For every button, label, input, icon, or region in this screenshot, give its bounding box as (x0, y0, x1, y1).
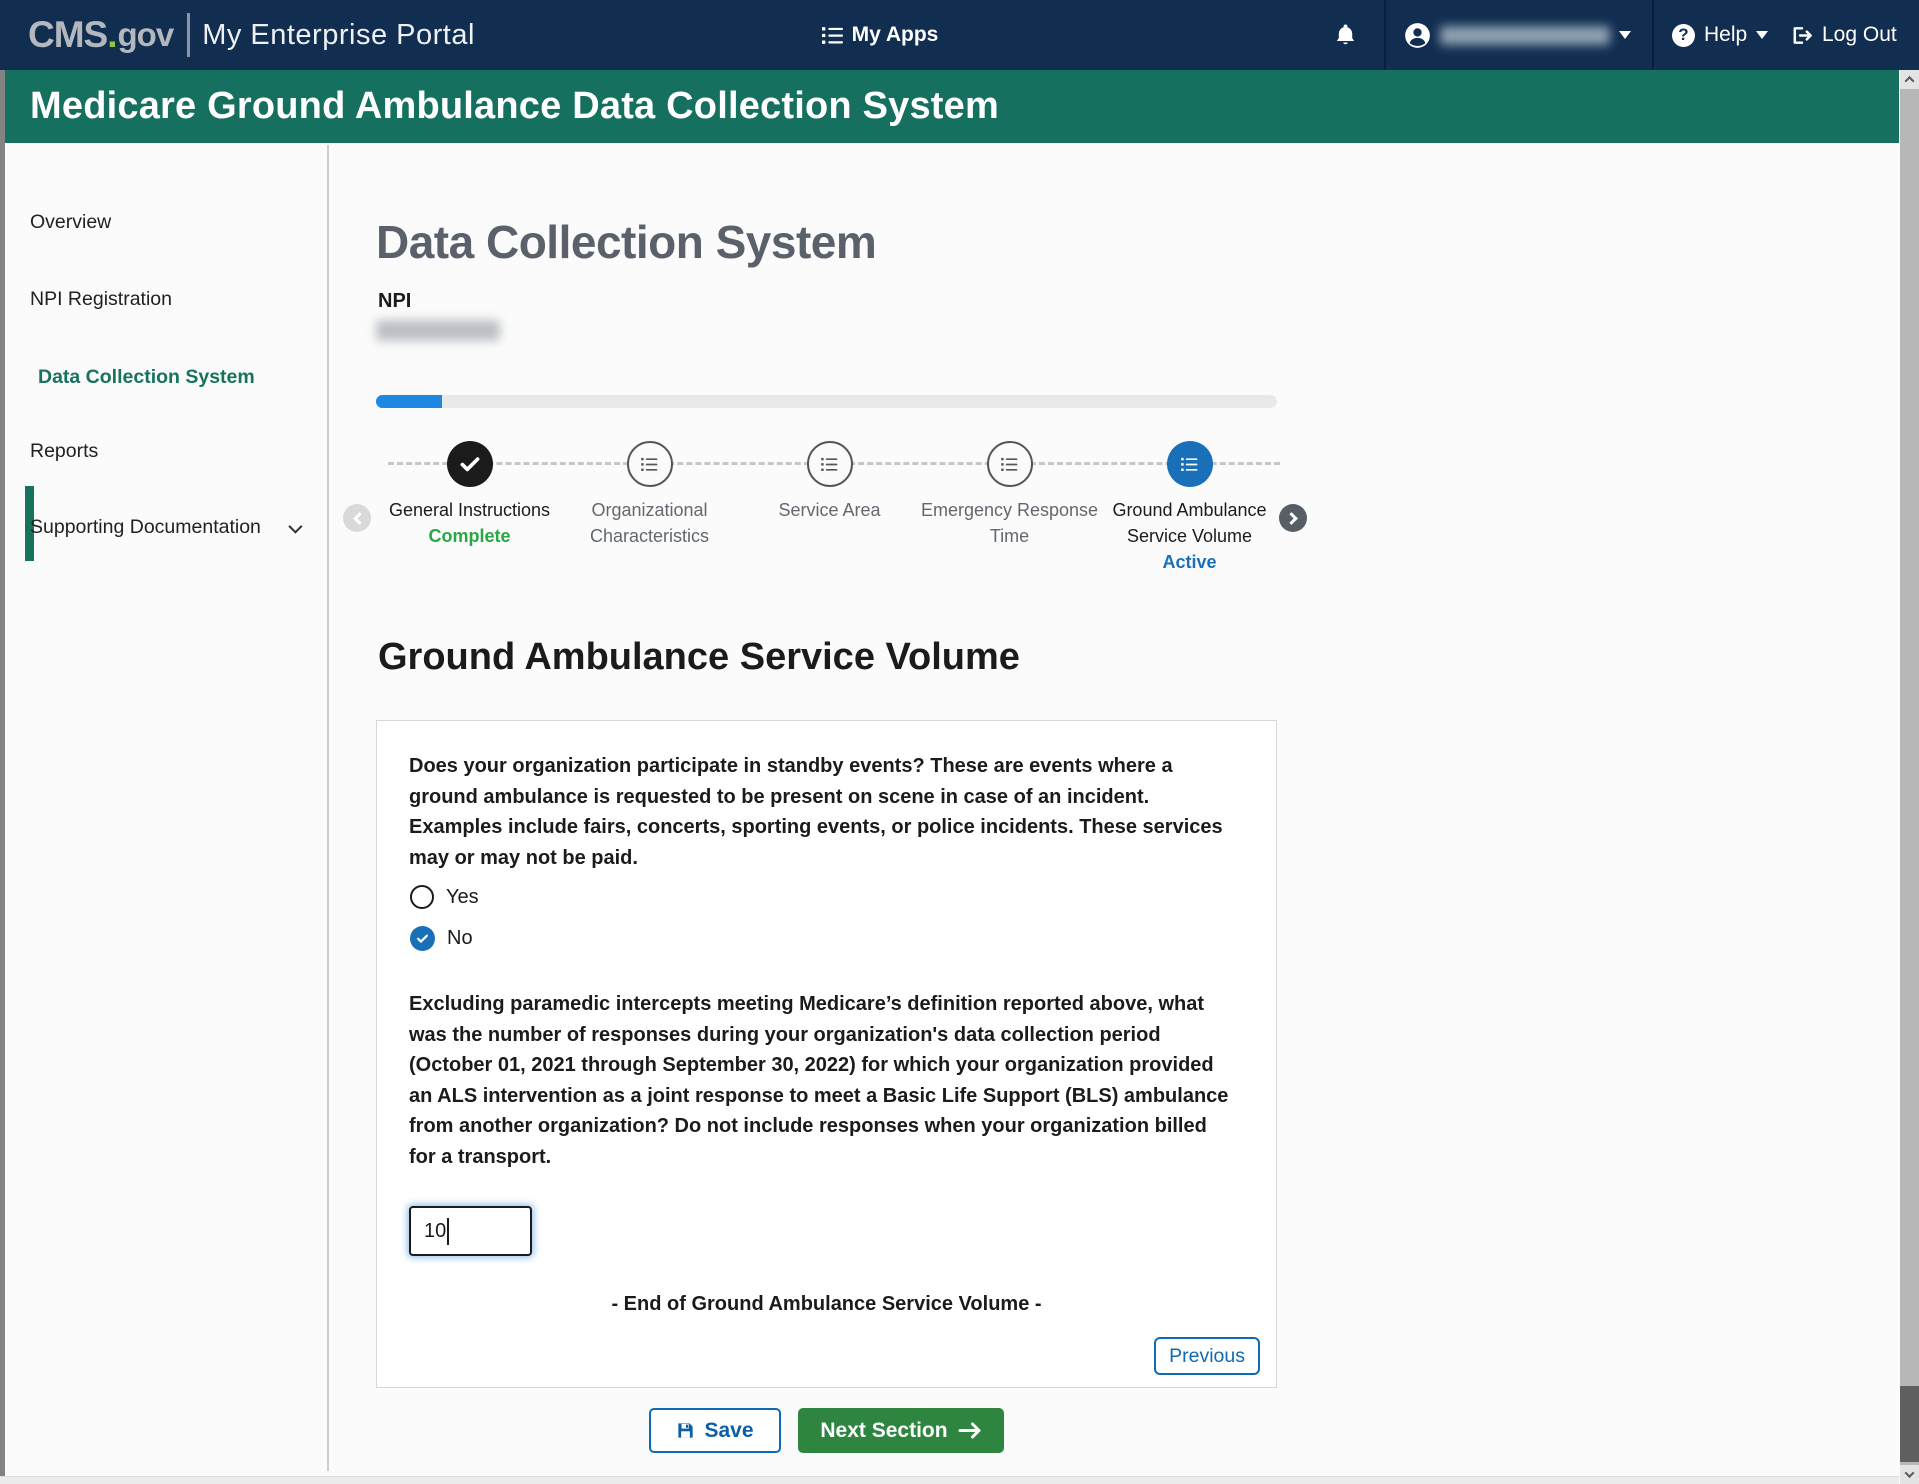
chevron-down-icon (1756, 31, 1768, 39)
sidebar-item-overview[interactable]: Overview (30, 211, 111, 234)
user-icon (1404, 22, 1431, 49)
chevron-down-icon (288, 520, 302, 534)
my-apps-button[interactable]: My Apps (795, 0, 965, 70)
step-label: Service Area (737, 497, 922, 523)
step-status: Active (1097, 549, 1282, 576)
step-list-icon (1167, 441, 1213, 487)
top-navbar: CMS . gov My Enterprise Portal My Apps ?… (0, 0, 1919, 70)
text-cursor (447, 1218, 449, 1245)
sidebar-divider (327, 145, 329, 1471)
portal-title: My Enterprise Portal (202, 19, 475, 52)
step-list-icon (987, 441, 1033, 487)
cms-logo-gov: gov (118, 16, 174, 54)
step-label: Organizational Characteristics (557, 497, 742, 549)
save-icon (676, 1421, 695, 1440)
radio-label: No (447, 927, 473, 950)
npi-value-redacted (376, 320, 500, 341)
bell-icon (1334, 23, 1357, 48)
stepper-scroll-right-button[interactable] (1279, 504, 1307, 532)
section-heading: Ground Ambulance Service Volume (378, 636, 1020, 679)
help-icon: ? (1672, 24, 1695, 47)
standby-events-question: Does your organization participate in st… (409, 751, 1231, 873)
vertical-scrollbar[interactable] (1900, 70, 1919, 1484)
next-section-button[interactable]: Next Section (798, 1408, 1004, 1453)
app-title: Medicare Ground Ambulance Data Collectio… (30, 85, 999, 128)
step-label: Ground Ambulance Service Volume (1097, 497, 1282, 549)
step-list-icon (627, 441, 673, 487)
step-complete-icon (447, 441, 493, 487)
sidebar-item-npi-registration[interactable]: NPI Registration (30, 288, 172, 311)
window-left-edge (0, 70, 5, 1476)
question-card: Does your organization participate in st… (376, 720, 1277, 1388)
progress-bar-fill (376, 395, 442, 408)
scroll-down-button[interactable] (1900, 1465, 1919, 1484)
step-status: Complete (377, 523, 562, 550)
stepper-scroll-left-button[interactable] (343, 504, 371, 532)
sidebar-item-data-collection-system[interactable]: Data Collection System (38, 366, 255, 389)
chevron-up-icon (1905, 76, 1915, 86)
responses-input[interactable]: 10 (409, 1206, 532, 1256)
question-bold-text: standby events? (767, 755, 925, 777)
sidebar-item-label: Supporting Documentation (30, 516, 261, 538)
step-general-instructions[interactable]: General Instructions Complete (377, 441, 562, 550)
arrow-right-icon (958, 1421, 982, 1440)
navbar-divider-2 (1652, 0, 1654, 70)
npi-label: NPI (378, 290, 411, 313)
sidebar-item-supporting-documentation[interactable]: Supporting Documentation (30, 516, 299, 539)
chevron-left-icon (353, 512, 366, 525)
step-ground-ambulance-service-volume[interactable]: Ground Ambulance Service Volume Active (1097, 441, 1282, 576)
progress-bar (376, 395, 1277, 408)
question-text: Does your organization participate in (409, 755, 767, 777)
chevron-right-icon (1285, 512, 1298, 525)
user-menu[interactable] (1404, 0, 1631, 70)
radio-option-no[interactable]: No (410, 926, 473, 951)
scroll-up-button[interactable] (1900, 70, 1919, 89)
cms-logo-dot: . (107, 14, 117, 56)
user-name-redacted (1440, 26, 1610, 45)
app-banner: Medicare Ground Ambulance Data Collectio… (0, 70, 1899, 143)
list-icon (822, 26, 843, 45)
save-label: Save (704, 1419, 753, 1443)
step-emergency-response-time[interactable]: Emergency Response Time (917, 441, 1102, 549)
step-label: General Instructions (377, 497, 562, 523)
notifications-button[interactable] (1334, 0, 1357, 70)
radio-option-yes[interactable]: Yes (410, 885, 479, 909)
radio-label: Yes (446, 886, 479, 909)
step-service-area[interactable]: Service Area (737, 441, 922, 523)
horizontal-scrollbar[interactable] (0, 1476, 1899, 1484)
chevron-down-icon (1619, 31, 1631, 39)
sidebar-item-reports[interactable]: Reports (30, 440, 98, 463)
brand-divider (187, 13, 190, 57)
help-label: Help (1704, 23, 1747, 47)
sidebar-nav: Overview NPI Registration Data Collectio… (5, 143, 327, 1476)
logout-button[interactable]: Log Out (1790, 0, 1897, 70)
chevron-down-icon (1905, 1468, 1915, 1478)
page-title: Data Collection System (376, 215, 876, 269)
cms-logo-text: CMS (28, 14, 107, 56)
logout-icon (1790, 24, 1813, 47)
help-menu[interactable]: ? Help (1672, 0, 1768, 70)
responses-input-value: 10 (424, 1220, 446, 1243)
previous-button[interactable]: Previous (1154, 1337, 1260, 1375)
step-organizational-characteristics[interactable]: Organizational Characteristics (557, 441, 742, 549)
step-label: Emergency Response Time (917, 497, 1102, 549)
question-bold-text: responses (591, 1024, 691, 1046)
step-list-icon (807, 441, 853, 487)
next-section-label: Next Section (820, 1419, 947, 1443)
save-button[interactable]: Save (649, 1408, 781, 1453)
logout-label: Log Out (1822, 23, 1897, 47)
end-of-section-text: - End of Ground Ambulance Service Volume… (377, 1293, 1276, 1316)
my-apps-label: My Apps (852, 23, 939, 47)
cms-logo: CMS . gov My Enterprise Portal (28, 0, 475, 70)
responses-question: Excluding paramedic intercepts meeting M… (409, 989, 1231, 1172)
navbar-divider-1 (1384, 0, 1386, 70)
scrollbar-thumb[interactable] (1900, 1386, 1919, 1462)
radio-unselected-icon (410, 885, 434, 909)
radio-selected-icon (410, 926, 435, 951)
